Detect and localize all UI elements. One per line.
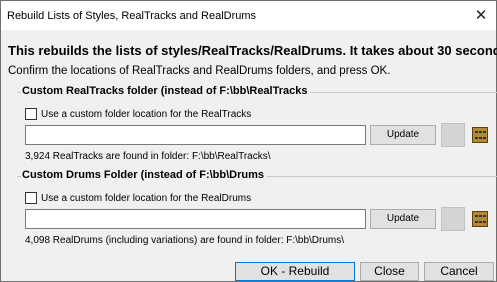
drums-custom-checkbox[interactable] xyxy=(25,192,37,204)
ok-rebuild-button[interactable]: OK - Rebuild xyxy=(235,262,355,281)
window-title: Rebuild Lists of Styles, RealTracks and … xyxy=(7,10,257,22)
realtracks-blank-button[interactable] xyxy=(441,123,465,147)
drums-group-label: Custom Drums Folder (instead of F:\bb\Dr… xyxy=(21,169,268,181)
folder-browse-icon[interactable] xyxy=(472,211,488,227)
drums-blank-button[interactable] xyxy=(441,207,465,231)
realtracks-custom-checkbox-row[interactable]: Use a custom folder location for the Rea… xyxy=(25,108,251,120)
realtracks-checkbox-label: Use a custom folder location for the Rea… xyxy=(41,108,252,120)
cancel-button[interactable]: Cancel xyxy=(424,262,494,281)
instruction-text: Confirm the locations of RealTracks and … xyxy=(8,65,391,77)
realtracks-update-button[interactable]: Update xyxy=(370,125,436,145)
realtracks-custom-checkbox[interactable] xyxy=(25,108,37,120)
headline-text: This rebuilds the lists of styles/RealTr… xyxy=(8,43,497,58)
realtracks-count-text: 3,924 RealTracks are found in folder: F:… xyxy=(25,151,271,162)
drums-count-text: 4,098 RealDrums (including variations) a… xyxy=(25,235,345,246)
drums-checkbox-label: Use a custom folder location for the Rea… xyxy=(41,192,252,204)
title-bar: Rebuild Lists of Styles, RealTracks and … xyxy=(1,1,496,30)
folder-browse-icon[interactable] xyxy=(472,127,488,143)
realtracks-group-label: Custom RealTracks folder (instead of F:\… xyxy=(21,85,311,97)
drums-custom-checkbox-row[interactable]: Use a custom folder location for the Rea… xyxy=(25,192,251,204)
realtracks-folder-input[interactable] xyxy=(25,125,366,145)
close-button[interactable]: Close xyxy=(360,262,419,281)
drums-group: Custom Drums Folder (instead of F:\bb\Dr… xyxy=(17,169,497,181)
close-icon[interactable]: ✕ xyxy=(466,1,496,30)
drums-folder-input[interactable] xyxy=(25,209,366,229)
realtracks-group: Custom RealTracks folder (instead of F:\… xyxy=(17,85,497,97)
rebuild-dialog: Rebuild Lists of Styles, RealTracks and … xyxy=(0,0,497,282)
drums-update-button[interactable]: Update xyxy=(370,209,436,229)
